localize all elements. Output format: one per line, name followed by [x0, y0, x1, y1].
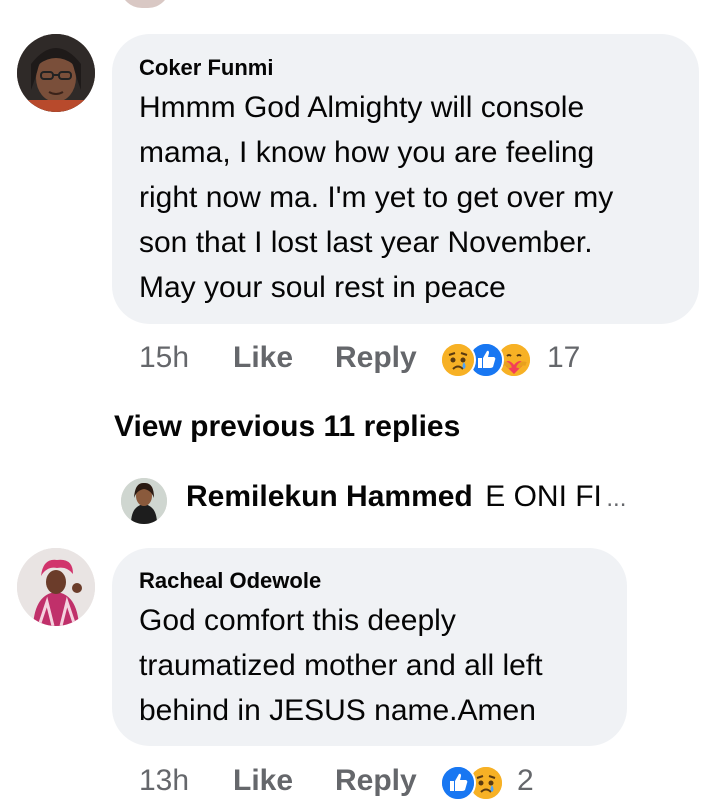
comment-text-line: right now ma. I'm yet to get over my	[139, 181, 614, 214]
avatar-coker-funmi[interactable]	[17, 34, 95, 112]
like-button[interactable]: Like	[233, 764, 293, 798]
comment-text-line: behind in JESUS name.Amen	[139, 694, 536, 727]
previous-comment-text-fragment	[430, 0, 550, 6]
reaction-summary[interactable]	[440, 340, 540, 380]
avatar-remilekun-hammed[interactable]	[121, 478, 167, 524]
like-icon	[440, 765, 476, 801]
reply-preview[interactable]: Remilekun Hammed E ONI FI ...	[186, 480, 626, 514]
comment-text-line: son that I lost last year November.	[139, 226, 593, 259]
reply-preview-ellipsis: ...	[606, 485, 627, 512]
like-button[interactable]: Like	[233, 341, 293, 375]
avatar-racheal-odewole[interactable]	[17, 548, 95, 626]
reply-button[interactable]: Reply	[335, 341, 417, 375]
comment-timestamp[interactable]: 15h	[139, 341, 189, 375]
comment-timestamp[interactable]: 13h	[139, 764, 189, 798]
reaction-count[interactable]: 2	[517, 764, 534, 798]
comment-text-line: God comfort this deeply	[139, 604, 456, 637]
previous-comment-fragment	[120, 0, 170, 8]
comment-text-line: traumatized mother and all left	[139, 649, 543, 682]
comment-text-line: mama, I know how you are feeling	[139, 136, 595, 169]
reaction-count[interactable]: 17	[547, 341, 580, 375]
comment-text-line: Hmmm God Almighty will console	[139, 91, 585, 124]
reply-preview-snippet: E ONI FI	[485, 480, 602, 513]
comment-author[interactable]: Racheal Odewole	[139, 568, 321, 594]
reply-button[interactable]: Reply	[335, 764, 417, 798]
sad-emoji-icon	[440, 342, 476, 378]
comment-author[interactable]: Coker Funmi	[139, 55, 273, 81]
reaction-summary[interactable]	[440, 763, 512, 803]
comment-text-line: May your soul rest in peace	[139, 271, 506, 304]
view-previous-replies-link[interactable]: View previous 11 replies	[114, 410, 460, 444]
reply-preview-author[interactable]: Remilekun Hammed	[186, 480, 473, 513]
